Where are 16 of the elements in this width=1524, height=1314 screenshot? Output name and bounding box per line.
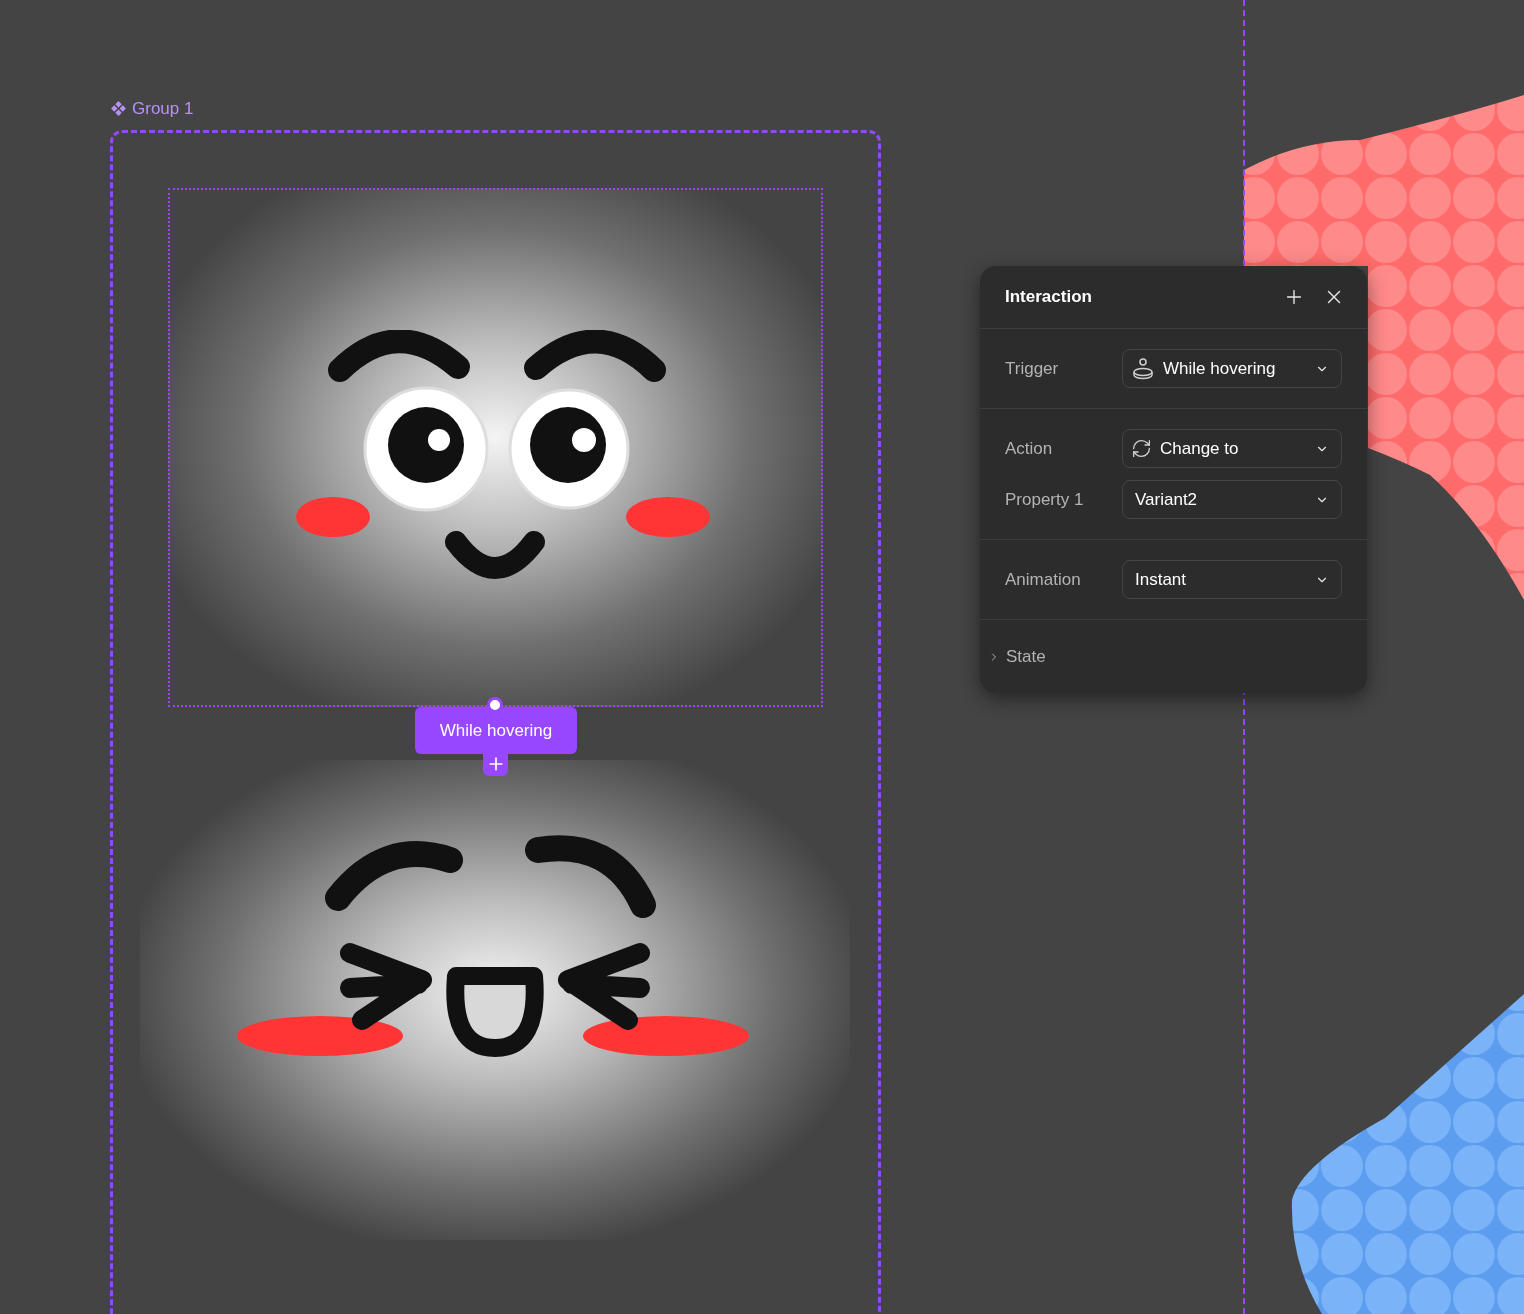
field-label: Property 1 <box>1005 488 1085 511</box>
panel-title: Interaction <box>1005 286 1093 309</box>
refresh-icon <box>1131 438 1152 459</box>
component-icon <box>110 100 127 118</box>
state-toggle[interactable]: State <box>980 620 1367 693</box>
dropdown[interactable]: Variant2 <box>1122 480 1342 519</box>
field-label: Animation <box>1005 568 1082 591</box>
hover-icon <box>1131 356 1155 381</box>
trigger-tag[interactable]: While hovering <box>415 707 577 754</box>
dropdown[interactable]: While hovering <box>1122 349 1342 388</box>
dropdown[interactable]: Instant <box>1122 560 1342 599</box>
field-label: Trigger <box>1005 357 1060 380</box>
dropdown[interactable]: Change to <box>1122 429 1342 468</box>
field-label: Action <box>1005 437 1054 460</box>
add-button[interactable] <box>483 752 508 776</box>
group-label: Group 1 <box>132 98 194 120</box>
